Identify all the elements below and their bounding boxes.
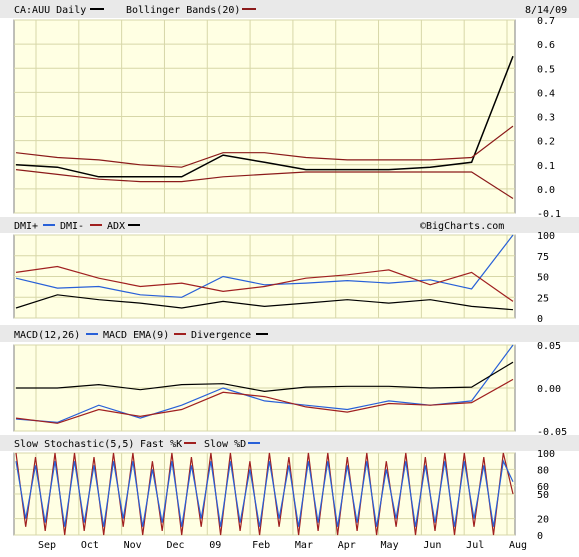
- price-y-tick-label: 0.3: [537, 113, 555, 124]
- chart-svg: CA:AUU Daily Bollinger Bands(20) 8/14/09…: [0, 0, 579, 551]
- divergence-legend-label: Divergence: [191, 330, 251, 341]
- price-panel-header: [0, 0, 579, 18]
- stoch-y-tick-label: 50: [537, 490, 549, 501]
- bbands-legend-label: Bollinger Bands(20): [126, 5, 240, 16]
- slow-d-legend-label: Slow %D: [204, 439, 246, 450]
- x-axis-label: Sep: [38, 540, 56, 551]
- macd-y-tick-label: 0.05: [537, 341, 561, 352]
- chart-date-label: 8/14/09: [525, 5, 567, 16]
- dmi-y-ticks: 100 75 50 25 0: [537, 231, 555, 325]
- stoch-y-tick-label: 100: [537, 449, 555, 460]
- stoch-y-ticks: 100806050200: [537, 449, 555, 542]
- macd-y-ticks: 0.050.00-0.05: [537, 341, 567, 438]
- price-y-ticks: 0.70.60.50.40.30.20.10.0-0.1: [537, 16, 561, 220]
- dmi-plus-legend-label: DMI+: [14, 221, 38, 232]
- x-axis-label: Nov: [124, 540, 142, 551]
- stoch-y-tick-label: 0: [537, 531, 543, 542]
- dmi-y-tick-label: 50: [537, 273, 549, 284]
- x-axis-label: Mar: [295, 540, 313, 551]
- price-y-tick-label: 0.1: [537, 161, 555, 172]
- dmi-minus-legend-label: DMI-: [60, 221, 84, 232]
- dmi-y-tick-label: 0: [537, 314, 543, 325]
- macd-y-tick-label: 0.00: [537, 384, 561, 395]
- stoch-y-tick-label: 80: [537, 465, 549, 476]
- x-axis-label: 09: [209, 540, 221, 551]
- x-axis-label: Dec: [166, 540, 184, 551]
- price-y-tick-label: 0.2: [537, 137, 555, 148]
- price-y-tick-label: 0.4: [537, 88, 555, 99]
- x-axis-label: May: [381, 540, 399, 551]
- price-y-tick-label: 0.5: [537, 64, 555, 75]
- x-axis-labels: Sep Oct Nov Dec 09 Feb Mar Apr May Jun Jul Aug: [38, 540, 527, 551]
- bigcharts-watermark: ©BigCharts.com: [420, 221, 504, 232]
- price-y-tick-label: 0.7: [537, 16, 555, 27]
- dmi-y-tick-label: 100: [537, 231, 555, 242]
- stoch-legend-label: Slow Stochastic(5,5): [14, 439, 134, 450]
- price-legend-label: CA:AUU Daily: [14, 5, 86, 16]
- price-y-tick-label: 0.6: [537, 40, 555, 51]
- stoch-y-tick-label: 20: [537, 515, 549, 526]
- x-axis-label: Aug: [509, 540, 527, 551]
- fast-k-legend-label: Fast %K: [140, 439, 182, 450]
- x-axis-label: Oct: [81, 540, 99, 551]
- price-y-tick-label: 0.0: [537, 185, 555, 196]
- dmi-y-tick-label: 75: [537, 252, 549, 263]
- macd-legend-label: MACD(12,26): [14, 330, 80, 341]
- x-axis-label: Jul: [466, 540, 484, 551]
- adx-legend-label: ADX: [107, 221, 125, 232]
- x-axis-label: Feb: [252, 540, 270, 551]
- dmi-y-tick-label: 25: [537, 293, 549, 304]
- x-axis-label: Jun: [423, 540, 441, 551]
- chart-stage: CA:AUU Daily Bollinger Bands(20) 8/14/09…: [0, 0, 579, 553]
- macd-ema-legend-label: MACD EMA(9): [103, 330, 169, 341]
- x-axis-label: Apr: [338, 540, 356, 551]
